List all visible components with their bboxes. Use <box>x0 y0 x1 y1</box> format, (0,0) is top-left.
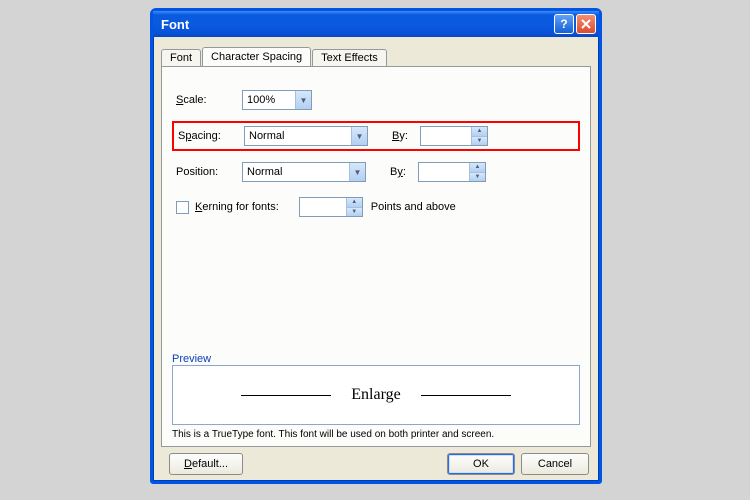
font-dialog: Font ? Font Character Spacing Text Effec… <box>150 8 602 484</box>
spin-up-icon[interactable]: ▲ <box>470 163 485 173</box>
preview-label: Preview <box>172 353 580 365</box>
position-label: Position: <box>176 166 242 178</box>
close-button[interactable] <box>576 14 596 34</box>
default-button[interactable]: Default... <box>169 453 243 475</box>
spacing-by-value <box>421 127 471 145</box>
tab-character-spacing[interactable]: Character Spacing <box>202 47 311 66</box>
spin-up-icon[interactable]: ▲ <box>472 127 487 137</box>
kerning-label: Kerning for fonts: <box>195 201 279 213</box>
position-value: Normal <box>247 166 349 178</box>
spin-up-icon[interactable]: ▲ <box>347 198 362 208</box>
dialog-button-row: Default... OK Cancel <box>161 447 591 475</box>
tab-text-effects[interactable]: Text Effects <box>312 49 387 67</box>
scale-row: Scale: 100% ▼ <box>172 85 580 115</box>
chevron-down-icon[interactable]: ▼ <box>295 91 311 109</box>
position-combo[interactable]: Normal ▼ <box>242 162 366 182</box>
scale-value: 100% <box>247 94 295 106</box>
ok-button[interactable]: OK <box>447 453 515 475</box>
titlebar: Font ? <box>153 11 599 37</box>
spacing-by-spinner[interactable]: ▲▼ <box>420 126 488 146</box>
position-by-value <box>419 163 469 181</box>
spacing-row: Spacing: Normal ▼ By: ▲▼ <box>172 121 580 151</box>
tab-font[interactable]: Font <box>161 49 201 67</box>
preview-box: Enlarge <box>172 365 580 425</box>
spacing-combo[interactable]: Normal ▼ <box>244 126 368 146</box>
chevron-down-icon[interactable]: ▼ <box>351 127 367 145</box>
spacing-label: Spacing: <box>178 130 244 142</box>
cancel-button[interactable]: Cancel <box>521 453 589 475</box>
spacing-by-label: By: <box>392 130 420 142</box>
preview-footnote: This is a TrueType font. This font will … <box>172 429 580 440</box>
preview-line-right <box>421 395 511 396</box>
chevron-down-icon[interactable]: ▼ <box>349 163 365 181</box>
spin-down-icon[interactable]: ▼ <box>347 208 362 217</box>
window-title: Font <box>161 17 552 32</box>
help-button[interactable]: ? <box>554 14 574 34</box>
spacing-value: Normal <box>249 130 351 142</box>
kerning-row: Kerning for fonts: ▲▼ Points and above <box>172 197 580 217</box>
preview-section: Preview Enlarge This is a TrueType font.… <box>172 353 580 440</box>
scale-combo[interactable]: 100% ▼ <box>242 90 312 110</box>
preview-line-left <box>241 395 331 396</box>
spin-down-icon[interactable]: ▼ <box>470 173 485 182</box>
kerning-value <box>300 198 346 216</box>
spin-down-icon[interactable]: ▼ <box>472 137 487 146</box>
scale-label: Scale: <box>176 94 242 106</box>
client-area: Font Character Spacing Text Effects Scal… <box>153 37 599 481</box>
position-row: Position: Normal ▼ By: ▲▼ <box>172 157 580 187</box>
kerning-suffix: Points and above <box>371 201 456 213</box>
preview-text: Enlarge <box>351 386 400 404</box>
position-by-label: By: <box>390 166 418 178</box>
kerning-checkbox[interactable] <box>176 201 189 214</box>
tab-strip: Font Character Spacing Text Effects <box>161 45 591 66</box>
tab-panel: Scale: 100% ▼ Spacing: Normal ▼ By: ▲▼ <box>161 66 591 447</box>
position-by-spinner[interactable]: ▲▼ <box>418 162 486 182</box>
kerning-spinner[interactable]: ▲▼ <box>299 197 363 217</box>
